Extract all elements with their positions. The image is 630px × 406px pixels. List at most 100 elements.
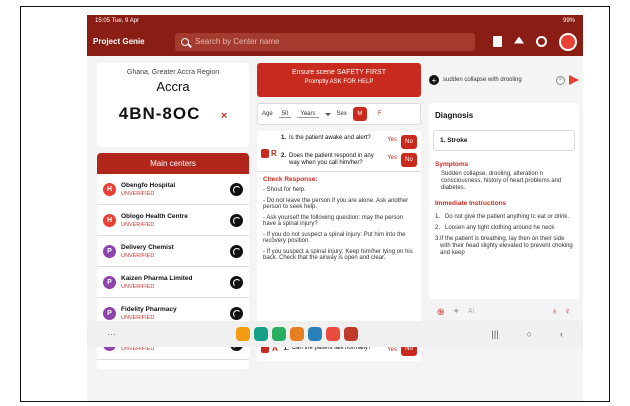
- location-code: 4BN-8OC: [118, 104, 201, 123]
- app-header: Project Genie Search by Center name: [87, 27, 583, 56]
- center-info: Fidelity Pharmacy UNVERIFIED: [121, 306, 230, 321]
- app-drawer-icon[interactable]: ⋯: [107, 329, 116, 340]
- location-icon[interactable]: [536, 36, 547, 47]
- add-icon[interactable]: +: [429, 75, 439, 85]
- send-icon[interactable]: [569, 75, 579, 85]
- center-type-badge: H: [103, 182, 116, 196]
- center-name: Obengfo Hospital: [121, 181, 176, 189]
- check-response-list: - Shout for help. - Do not leave the pers…: [257, 185, 421, 264]
- center-type-badge: P: [103, 306, 116, 320]
- check-response-item: - If you do not suspect a spinal injury:…: [263, 231, 406, 245]
- translate-icon[interactable]: A\: [468, 308, 475, 315]
- app-icon[interactable]: [290, 327, 304, 341]
- home-button[interactable]: ○: [527, 329, 532, 339]
- diagnosis-title: Diagnosis: [435, 111, 474, 120]
- check-response-item: - Shout for help.: [263, 187, 306, 193]
- ai-icon[interactable]: ֍: [437, 305, 444, 318]
- check-response-item: - Ask yourself the following question: m…: [263, 214, 404, 228]
- feedback-toolbar: ֍ ✦ A\ ♁ ♀: [429, 301, 579, 321]
- question-number: 2.: [281, 153, 287, 159]
- clear-location-button[interactable]: ×: [221, 110, 227, 122]
- diagnosis-item[interactable]: 1. Stroke: [433, 130, 575, 151]
- instructions-list: 1. Do not give the patient anything tc ea…: [429, 210, 579, 257]
- center-type-badge: P: [103, 275, 116, 289]
- region-label: Ghana, Greater Accra Region: [126, 69, 220, 76]
- center-type-badge: H: [103, 213, 116, 227]
- call-icon[interactable]: [230, 275, 243, 289]
- center-status: UNVERIFIED: [121, 190, 155, 197]
- document-frame: 15:05 Tue, 9 Apr 99% Project Genie Searc…: [20, 6, 610, 402]
- instruction-number: 1.: [435, 214, 441, 220]
- status-time: 15:05 Tue, 9 Apr: [95, 18, 140, 24]
- instruction-number: 2.: [435, 225, 441, 231]
- recents-button[interactable]: |||: [492, 329, 499, 339]
- center-name: Delivery Chemist: [121, 243, 174, 251]
- yes-button[interactable]: Yes: [387, 137, 397, 143]
- center-row[interactable]: H Oblogo Health Centre UNVERIFIED: [97, 205, 249, 236]
- location-card: Ghana, Greater Accra Region Accra 4BN-8O…: [97, 63, 249, 147]
- call-icon[interactable]: [230, 182, 243, 196]
- avatar[interactable]: [559, 32, 577, 51]
- instruction-text: Do not give the patient anything tc eat …: [445, 214, 570, 220]
- tablet-screen: 15:05 Tue, 9 Apr 99% Project Genie Searc…: [87, 15, 583, 401]
- question-text: Does the patient respond in any way when…: [289, 153, 374, 166]
- app-icon[interactable]: [272, 327, 286, 341]
- app-icon[interactable]: [308, 327, 322, 341]
- sex-female-button[interactable]: F: [373, 107, 387, 121]
- center-name: Kaizen Pharma Limited: [121, 274, 193, 282]
- app-icon[interactable]: [326, 327, 340, 341]
- safety-line-2: Promptly ASK FOR HELP: [304, 79, 374, 85]
- instructions-title: Immediate Instructions: [435, 200, 507, 207]
- symptoms-title: Symptoms: [435, 161, 469, 168]
- sex-label: Sex: [336, 111, 347, 117]
- response-marker: R: [261, 135, 281, 171]
- app-dock: [236, 327, 358, 341]
- call-icon[interactable]: [230, 306, 243, 320]
- question-text: Is the patient awake and alert?: [289, 135, 371, 141]
- diagnosis-card: Diagnosis 1. Stroke Symptoms Sudden coll…: [429, 103, 579, 299]
- app-title: Project Genie: [93, 37, 145, 46]
- center-name: Fidelity Pharmacy: [121, 305, 177, 313]
- city-label: Accra: [156, 79, 190, 94]
- yes-button[interactable]: Yes: [387, 347, 397, 353]
- app-icon[interactable]: [344, 327, 358, 341]
- no-button[interactable]: No: [401, 153, 417, 167]
- battery-status: 99%: [562, 18, 575, 24]
- alert-icon[interactable]: [514, 36, 524, 44]
- no-button[interactable]: No: [401, 135, 417, 149]
- main-centers-title: Main centers: [97, 153, 249, 174]
- yes-button[interactable]: Yes: [387, 155, 397, 161]
- question-list: 1. Is the patient awake and alert? Yes N…: [281, 135, 417, 171]
- center-row[interactable]: P Kaizen Pharma Limited UNVERIFIED: [97, 267, 249, 298]
- symptom-input[interactable]: sudden collapse with drooling: [443, 77, 552, 83]
- symptoms-text: Sudden collapse, drooling, alteration n …: [441, 171, 562, 191]
- age-unit-select[interactable]: Years: [297, 110, 319, 118]
- symptom-input-row: + sudden collapse with drooling ×: [429, 63, 579, 97]
- document-icon[interactable]: [493, 36, 502, 47]
- sex-male-button[interactable]: M: [352, 107, 367, 121]
- thumbs-up-icon[interactable]: ♁: [552, 306, 559, 316]
- age-input[interactable]: 50: [278, 111, 292, 118]
- thumbs-down-icon[interactable]: ♀: [564, 306, 571, 316]
- search-input[interactable]: Search by Center name: [175, 32, 475, 51]
- check-response-item: - Do not leave the person if you are alo…: [263, 197, 409, 211]
- call-icon[interactable]: [230, 213, 243, 227]
- check-response-item: - If you suspect a spinal injury: Keep h…: [263, 248, 413, 262]
- age-unit-value: Years: [300, 110, 316, 117]
- question-number: 1.: [281, 135, 287, 141]
- clear-icon[interactable]: ×: [556, 75, 565, 85]
- center-info: Delivery Chemist UNVERIFIED: [121, 244, 230, 259]
- center-row[interactable]: P Delivery Chemist UNVERIFIED: [97, 236, 249, 267]
- app-icon[interactable]: [254, 327, 268, 341]
- sparkle-icon[interactable]: ✦: [452, 306, 460, 317]
- back-button[interactable]: ‹: [560, 329, 563, 339]
- search-icon: [181, 37, 189, 46]
- chevron-down-icon[interactable]: [324, 112, 331, 116]
- center-row[interactable]: H Obengfo Hospital UNVERIFIED: [97, 174, 249, 205]
- instruction-item: 2. Loosen any tight clothing around he ne…: [429, 221, 579, 232]
- app-icon[interactable]: [236, 327, 250, 341]
- call-icon[interactable]: [230, 244, 243, 258]
- search-placeholder: Search by Center name: [195, 37, 280, 46]
- center-status: UNVERIFIED: [121, 252, 155, 259]
- center-info: Oblogo Health Centre UNVERIFIED: [121, 213, 230, 228]
